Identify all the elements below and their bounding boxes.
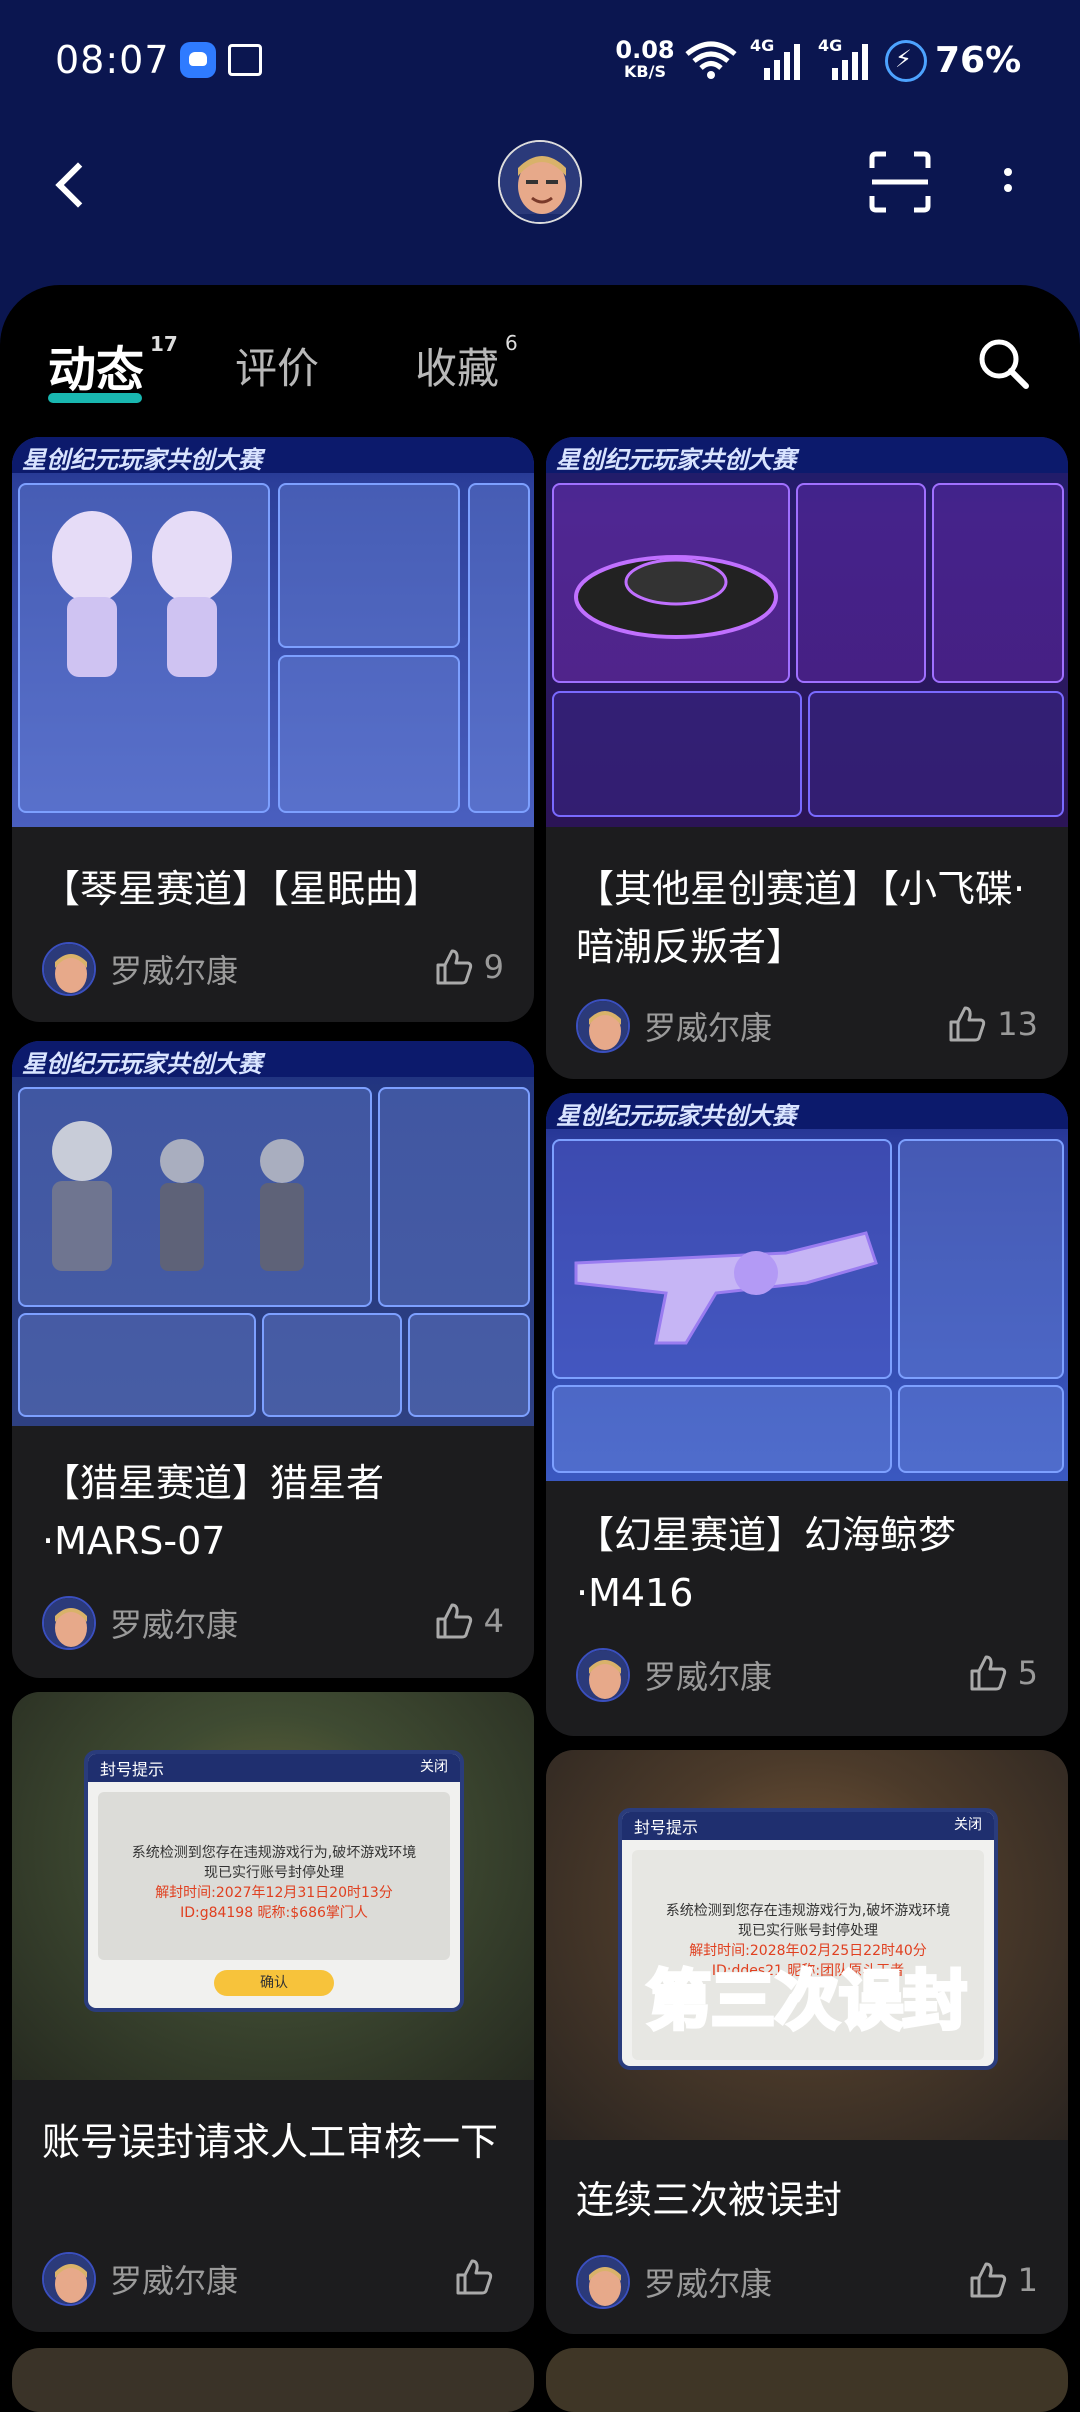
like-button[interactable]: 9 [434,947,504,987]
post-thumbnail: 封号提示 关闭 系统检测到您存在违规游戏行为,破坏游戏环境 现已实行账号封停处理 … [12,1692,534,2080]
status-time: 08:07 [55,38,170,82]
battery-icon [885,40,927,82]
author-name: 罗威尔康 [644,1009,773,1047]
tab-favorites[interactable]: 收藏6 [415,331,518,396]
like-count: 9 [483,948,504,986]
post-card[interactable] [546,2348,1068,2412]
like-button[interactable]: 5 [968,1653,1038,1693]
like-count: 1 [1017,2261,1038,2299]
thumbs-up-icon [970,2262,1006,2298]
like-button[interactable]: 4 [434,1601,504,1641]
thumbs-up-icon [436,949,472,985]
overlay-caption: 第三次误封 [645,1963,969,2041]
back-button[interactable] [48,155,98,215]
post-card[interactable]: 星创纪元玩家共创大赛 【琴星赛道】【星眠曲】 罗威尔康 9 [12,437,534,1022]
signal-icon: 4G [750,36,806,82]
post-card[interactable]: 封号提示 关闭 系统检测到您存在违规游戏行为,破坏游戏环境 现已实行账号封停处理 … [546,1750,1068,2334]
post-thumbnail: 星创纪元玩家共创大赛 [546,437,1068,827]
tab-reviews[interactable]: 评价 [235,335,319,396]
like-button[interactable]: 1 [968,2260,1038,2300]
author-avatar [576,2255,630,2309]
author-name: 罗威尔康 [644,2265,773,2303]
tab-count: 17 [150,332,178,356]
tab-bar: 动态 17 评价 收藏6 [0,285,1080,415]
post-thumbnail: 星创纪元玩家共创大赛 [12,1041,534,1426]
post-card[interactable]: 封号提示 关闭 系统检测到您存在违规游戏行为,破坏游戏环境 现已实行账号封停处理 … [12,1692,534,2332]
wifi-icon [685,41,737,79]
active-tab-indicator [48,393,142,403]
like-count: 4 [483,1602,504,1640]
post-author[interactable]: 罗威尔康 [576,1648,772,1702]
like-count: 13 [997,1005,1038,1043]
post-title: 【其他星创赛道】【小飞碟·暗潮反叛者】 [576,867,1026,969]
author-avatar [42,942,96,996]
post-card[interactable]: 星创纪元玩家共创大赛 【其他星创赛道】【小飞碟·暗潮反叛者】 罗威尔康 13 [546,437,1068,1079]
post-title: 【猎星赛道】猎星者·MARS-07 [42,1461,385,1563]
author-name: 罗威尔康 [644,1658,773,1696]
post-card[interactable]: 星创纪元玩家共创大赛 【幻星赛道】幻海鲸梦·M416 罗威尔康 5 [546,1093,1068,1736]
post-author[interactable]: 罗威尔康 [576,2255,772,2309]
tab-dynamics[interactable]: 动态 17 [48,330,178,400]
post-thumbnail: 封号提示 关闭 系统检测到您存在违规游戏行为,破坏游戏环境 现已实行账号封停处理 … [546,1750,1068,2140]
author-name: 罗威尔康 [110,1606,239,1644]
like-button[interactable] [454,2257,504,2297]
post-card[interactable]: 星创纪元玩家共创大赛 【猎星赛道】猎星者·MARS-07 罗威尔康 4 [12,1041,534,1678]
status-bar: 08:07 0.08 KB/S 4G 4G 76% [0,0,1080,125]
like-count: 5 [1017,1654,1038,1692]
author-avatar [576,999,630,1053]
top-bar [0,125,1080,250]
net-speed: 0.08 KB/S [615,36,675,81]
tab-count: 6 [505,331,518,355]
post-thumbnail: 星创纪元玩家共创大赛 [12,437,534,827]
avatar[interactable] [498,140,582,224]
search-icon[interactable] [975,335,1031,391]
thumbs-up-icon [970,1655,1006,1691]
app-notification-icon [180,42,216,78]
post-author[interactable]: 罗威尔康 [42,1596,238,1650]
scan-icon[interactable] [868,150,932,214]
post-thumbnail: 星创纪元玩家共创大赛 [546,1093,1068,1481]
like-button[interactable]: 13 [947,1004,1038,1044]
post-title: 连续三次被误封 [576,2178,843,2222]
post-author[interactable]: 罗威尔康 [42,2252,238,2306]
thumbs-up-icon [436,1603,472,1639]
author-avatar [576,1648,630,1702]
battery-level: 76% [935,40,1022,81]
post-card[interactable] [12,2348,534,2412]
author-avatar [42,1596,96,1650]
thumbs-up-icon [456,2259,493,2295]
post-title: 【琴星赛道】【星眠曲】 [42,867,442,911]
sim-card-icon [228,44,262,76]
author-name: 罗威尔康 [110,952,239,990]
post-author[interactable]: 罗威尔康 [42,942,238,996]
author-avatar [42,2252,96,2306]
post-title: 账号误封请求人工审核一下 [42,2120,499,2164]
post-title: 【幻星赛道】幻海鲸梦·M416 [576,1513,957,1615]
author-name: 罗威尔康 [110,2262,239,2300]
thumbs-up-icon [949,1006,986,1042]
more-options-button[interactable] [988,150,1028,214]
post-author[interactable]: 罗威尔康 [576,999,772,1053]
signal-icon: 4G [818,36,874,82]
